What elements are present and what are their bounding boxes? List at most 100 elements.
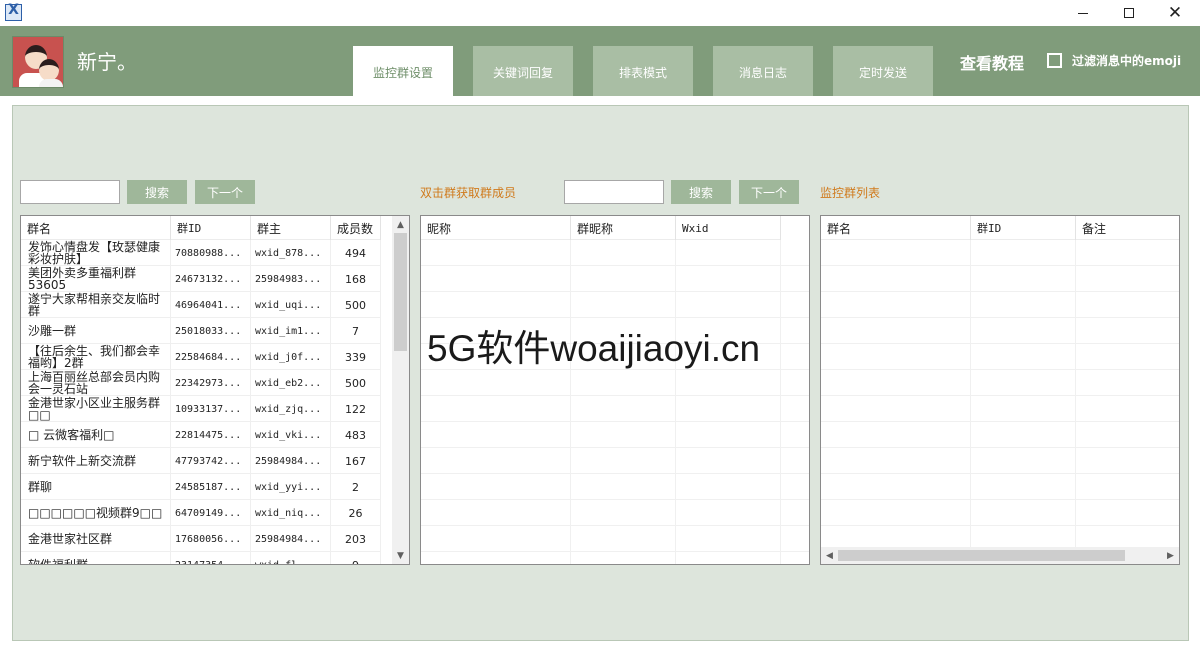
close-icon: ✕ bbox=[1167, 2, 1183, 23]
column-header-wxid[interactable]: Wxid bbox=[676, 216, 781, 240]
group-id-cell: 64709149... bbox=[171, 500, 251, 526]
maximize-icon bbox=[1124, 8, 1134, 18]
empty-row bbox=[421, 422, 809, 448]
watermark-text: 5G软件woaijiaoyi.cn bbox=[427, 328, 761, 369]
table-row[interactable]: □□□□□□视频群9□□ 64709149... wxid_niq... 26 bbox=[21, 500, 381, 526]
empty-row bbox=[821, 266, 1179, 292]
monitor-table-body bbox=[821, 240, 1179, 552]
group-id-cell: 22584684... bbox=[171, 344, 251, 370]
scroll-right-icon[interactable]: ▶ bbox=[1162, 547, 1179, 564]
scroll-left-icon[interactable]: ◀ bbox=[821, 547, 838, 564]
username: 新宁。 bbox=[77, 50, 137, 74]
table-row[interactable]: 美团外卖多重福利群53605 24673132... 25984983... 168 bbox=[21, 266, 381, 292]
table-row[interactable]: 【往后余生、我们都会幸福哟】2群 22584684... wxid_j0f... 33… bbox=[21, 344, 381, 370]
column-header-group-name[interactable]: 群名 bbox=[21, 216, 171, 240]
button-label: 搜索 bbox=[144, 185, 169, 200]
scroll-thumb[interactable] bbox=[394, 233, 407, 351]
monitor-search-button[interactable]: 搜索 bbox=[671, 180, 731, 204]
empty-row bbox=[821, 318, 1179, 344]
group-search-input[interactable] bbox=[20, 180, 120, 204]
group-id-cell: 23147354... bbox=[171, 552, 251, 564]
monitor-table[interactable]: 群名 群ID 备注 ◀ ▶ bbox=[820, 215, 1180, 565]
member-table-body bbox=[421, 240, 809, 552]
column-header-group-id[interactable]: 群ID bbox=[971, 216, 1076, 240]
close-button[interactable]: ✕ bbox=[1152, 0, 1198, 26]
monitor-search-input[interactable] bbox=[564, 180, 664, 204]
group-owner-cell: 25984984... bbox=[251, 526, 331, 552]
group-next-button[interactable]: 下一个 bbox=[195, 180, 255, 204]
table-row[interactable]: 遂宁大家帮相亲交友临时群 46964041... wxid_uqi... 500 bbox=[21, 292, 381, 318]
table-row[interactable]: 发饰心情盘发【玫瑟健康彩妆护肤】 70880988... wxid_878... 49… bbox=[21, 240, 381, 266]
member-count-cell: 494 bbox=[331, 240, 381, 266]
member-count-cell: 167 bbox=[331, 448, 381, 474]
column-header-member-count[interactable]: 成员数 bbox=[331, 216, 381, 240]
table-row[interactable]: □ 云微客福利□ 22814475... wxid_vki... 483 bbox=[21, 422, 381, 448]
emoji-filter-checkbox[interactable] bbox=[1047, 53, 1062, 68]
group-name-cell: 美团外卖多重福利群53605 bbox=[21, 266, 171, 292]
minimize-button[interactable] bbox=[1060, 0, 1106, 26]
group-id-cell: 46964041... bbox=[171, 292, 251, 318]
group-owner-cell: wxid_niq... bbox=[251, 500, 331, 526]
table-row[interactable]: 新宁软件上新交流群 47793742... 25984984... 167 bbox=[21, 448, 381, 474]
avatar[interactable] bbox=[12, 36, 64, 88]
empty-row bbox=[421, 526, 809, 552]
table-row[interactable]: 金港世家社区群 17680056... 25984984... 203 bbox=[21, 526, 381, 552]
group-id-cell: 70880988... bbox=[171, 240, 251, 266]
group-name-cell: 金港世家社区群 bbox=[21, 526, 171, 552]
app-header: 新宁。 监控群设置 关键词回复 排表模式 消息日志 定时发送 查看教程 过滤消息… bbox=[0, 26, 1200, 96]
tab-label: 消息日志 bbox=[738, 65, 787, 80]
column-header-owner[interactable]: 群主 bbox=[251, 216, 331, 240]
monitor-next-button[interactable]: 下一个 bbox=[739, 180, 799, 204]
emoji-filter-option[interactable]: 过滤消息中的emoji bbox=[1047, 52, 1181, 69]
group-owner-cell: 25984984... bbox=[251, 448, 331, 474]
column-header-nickname[interactable]: 昵称 bbox=[421, 216, 571, 240]
member-table[interactable]: 昵称 群昵称 Wxid bbox=[420, 215, 810, 565]
monitor-table-hscrollbar[interactable]: ◀ ▶ bbox=[821, 547, 1179, 564]
member-count-cell: 168 bbox=[331, 266, 381, 292]
group-table[interactable]: 群名 群ID 群主 成员数 发饰心情盘发【玫瑟健康彩妆护肤】 70880988..… bbox=[20, 215, 410, 565]
member-count-cell: 203 bbox=[331, 526, 381, 552]
tab-schedule-mode[interactable]: 排表模式 bbox=[593, 46, 693, 96]
group-table-vscrollbar[interactable]: ▲ ▼ bbox=[392, 216, 409, 564]
table-row[interactable]: 金港世家小区业主服务群□□ 10933137... wxid_zjq... 122 bbox=[21, 396, 381, 422]
empty-row bbox=[421, 396, 809, 422]
group-owner-cell: wxid_878... bbox=[251, 240, 331, 266]
view-tutorial-link[interactable]: 查看教程 bbox=[960, 50, 1024, 74]
tab-scheduled-send[interactable]: 定时发送 bbox=[833, 46, 933, 96]
empty-row bbox=[821, 292, 1179, 318]
column-header-group-name[interactable]: 群名 bbox=[821, 216, 971, 240]
member-count-cell: 7 bbox=[331, 318, 381, 344]
app-icon: X bbox=[5, 2, 22, 21]
group-id-cell: 10933137... bbox=[171, 396, 251, 422]
group-owner-cell: wxid_j0f... bbox=[251, 344, 331, 370]
monitor-settings-panel: 搜索 下一个 双击群获取群成员 搜索 下一个 监控群列表 群名 群ID 群主 成… bbox=[12, 105, 1189, 641]
column-header-group-nickname[interactable]: 群昵称 bbox=[571, 216, 676, 240]
group-name-cell: 遂宁大家帮相亲交友临时群 bbox=[21, 292, 171, 318]
table-row[interactable]: 软件福利群 23147354... wxid_fl... 9 bbox=[21, 552, 381, 564]
scroll-down-icon[interactable]: ▼ bbox=[392, 547, 409, 564]
member-count-cell: 483 bbox=[331, 422, 381, 448]
scroll-thumb[interactable] bbox=[838, 550, 1125, 561]
maximize-button[interactable] bbox=[1106, 0, 1152, 26]
empty-row bbox=[821, 370, 1179, 396]
empty-row bbox=[821, 344, 1179, 370]
group-owner-cell: 25984983... bbox=[251, 266, 331, 292]
group-search-button[interactable]: 搜索 bbox=[127, 180, 187, 204]
empty-row bbox=[421, 474, 809, 500]
group-owner-cell: wxid_vki... bbox=[251, 422, 331, 448]
minimize-icon bbox=[1078, 12, 1088, 14]
table-row[interactable]: 沙雕一群 25018033... wxid_im1... 7 bbox=[21, 318, 381, 344]
button-label: 下一个 bbox=[206, 185, 243, 200]
column-header-remark[interactable]: 备注 bbox=[1076, 216, 1179, 240]
group-owner-cell: wxid_yyi... bbox=[251, 474, 331, 500]
table-row[interactable]: 群聊 24585187... wxid_yyi... 2 bbox=[21, 474, 381, 500]
column-header-group-id[interactable]: 群ID bbox=[171, 216, 251, 240]
table-row[interactable]: 上海百丽丝总部会员内购会一灵石站 22342973... wxid_eb2... 50… bbox=[21, 370, 381, 396]
tab-message-log[interactable]: 消息日志 bbox=[713, 46, 813, 96]
group-name-cell: 沙雕一群 bbox=[21, 318, 171, 344]
scroll-up-icon[interactable]: ▲ bbox=[392, 216, 409, 233]
group-owner-cell: wxid_uqi... bbox=[251, 292, 331, 318]
tab-monitor-group-settings[interactable]: 监控群设置 bbox=[353, 46, 453, 96]
tab-keyword-reply[interactable]: 关键词回复 bbox=[473, 46, 573, 96]
group-name-cell: 金港世家小区业主服务群□□ bbox=[21, 396, 171, 422]
